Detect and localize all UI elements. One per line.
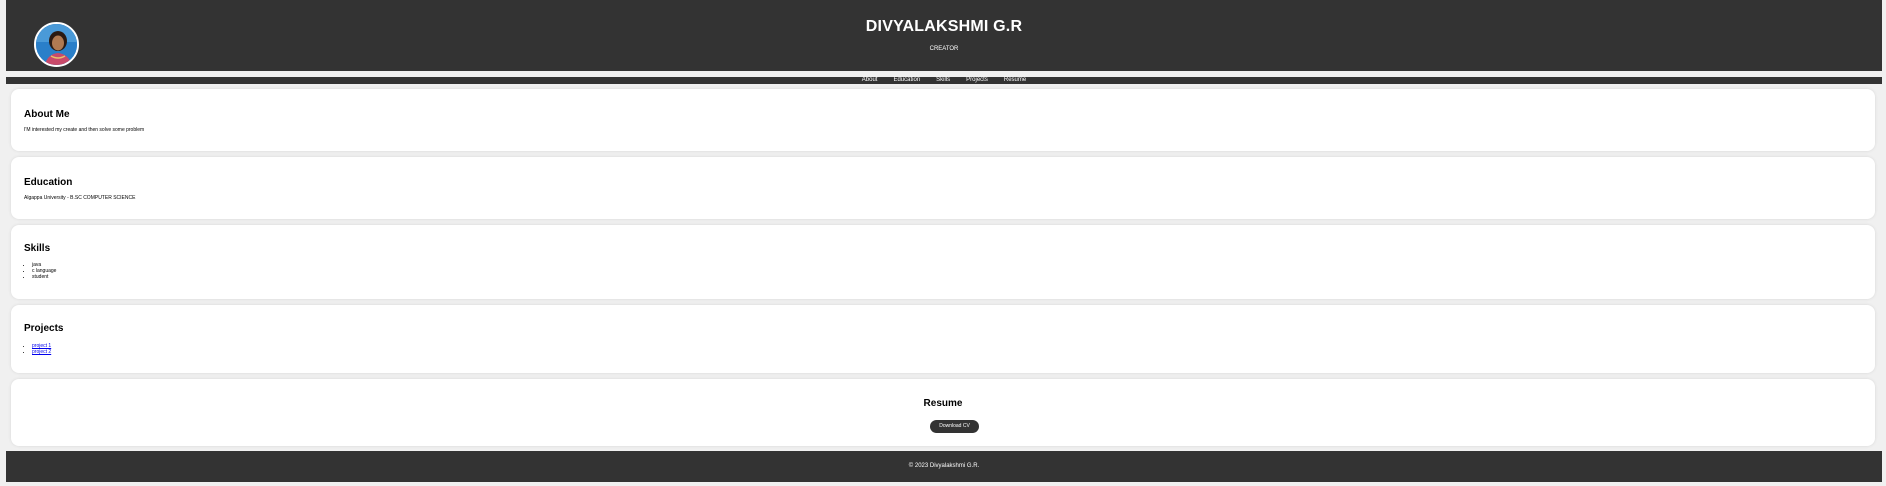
page-subtitle: CREATOR [929, 46, 959, 52]
nav-link-projects[interactable]: Projects [966, 77, 988, 84]
download-cv-button[interactable]: Download CV [930, 420, 979, 433]
skills-heading: Skills [24, 243, 51, 254]
site-header: DIVYALAKSHMI G.R CREATOR [6, 0, 1882, 71]
nav-link-resume[interactable]: Resume [1004, 77, 1026, 84]
main-nav: About Education Skills Projects Resume [6, 77, 1882, 84]
projects-list: project 1 project 2 [24, 343, 51, 355]
nav-link-education[interactable]: Education [893, 77, 920, 84]
skill-item: student [32, 274, 56, 280]
about-heading: About Me [24, 109, 70, 120]
about-section: About Me I'M interested my create and th… [11, 89, 1875, 151]
resume-section: Resume Download CV [11, 379, 1875, 446]
about-text: I'M interested my create and then solve … [24, 127, 145, 133]
projects-heading: Projects [24, 323, 64, 334]
site-footer: © 2023 Divyalakshmi G.R. [6, 451, 1882, 482]
footer-copyright: © 2023 Divyalakshmi G.R. [908, 463, 980, 469]
skills-list: java c language student [24, 262, 56, 280]
page-title: DIVYALAKSHMI G.R [865, 18, 1023, 35]
skills-section: Skills java c language student [11, 225, 1875, 299]
education-section: Education Algappa University - B.SC COMP… [11, 157, 1875, 219]
nav-link-about[interactable]: About [862, 77, 878, 84]
nav-link-skills[interactable]: Skills [936, 77, 950, 84]
project-item: project 2 [32, 349, 51, 355]
education-text: Algappa University - B.SC COMPUTER SCIEN… [24, 195, 136, 201]
education-heading: Education [24, 177, 73, 188]
project-link-2[interactable]: project 2 [32, 349, 51, 355]
projects-section: Projects project 1 project 2 [11, 305, 1875, 373]
resume-heading: Resume [923, 398, 963, 409]
